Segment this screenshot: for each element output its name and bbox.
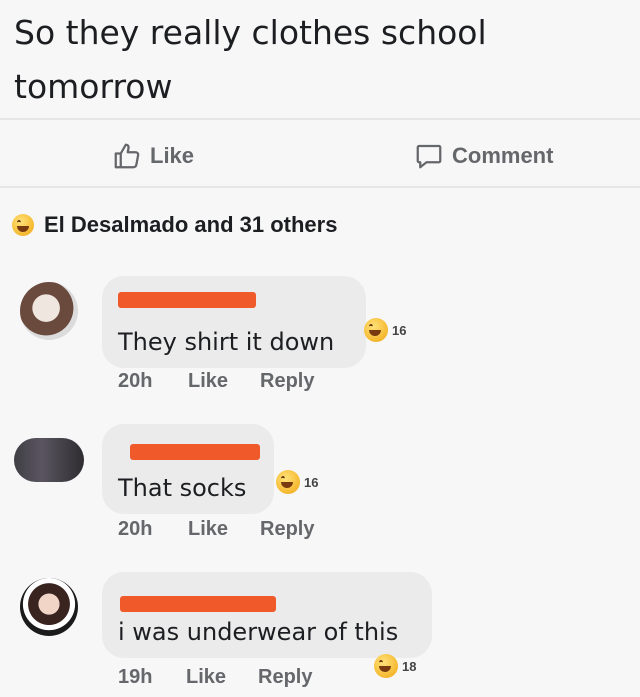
comment-reply-link[interactable]: Reply [258,666,312,689]
comment-reply-link[interactable]: Reply [260,370,314,393]
redacted-name [120,596,276,612]
redacted-name [130,444,260,460]
comment-like-link[interactable]: Like [188,518,260,541]
comment-meta: 20h Like Reply [118,370,314,393]
reaction-count-text: 16 [304,474,319,490]
divider [0,118,640,120]
avatar[interactable] [20,578,78,636]
post-text: So they really clothes school tomorrow [14,13,487,106]
comment-reply-link[interactable]: Reply [260,518,314,541]
like-label: Like [150,143,195,168]
comment-bubble: i was underwear of this [102,572,432,658]
comment-like-link[interactable]: Like [186,666,258,689]
comment-bubble: That socks [102,424,274,514]
comment-reaction-count[interactable]: 16 [364,318,406,342]
comment-button[interactable]: Comment [414,138,553,174]
haha-emoji-icon [364,318,388,342]
thumbs-up-icon [112,141,142,171]
comment-like-link[interactable]: Like [188,370,260,393]
comment-time: 20h [118,370,153,392]
reaction-count-text: 18 [402,658,417,674]
divider [0,186,640,188]
comment-bubble: They shirt it down [102,276,366,368]
comment-text: They shirt it down [118,328,335,356]
comment-icon [414,141,444,171]
comment-meta: 20h Like Reply [118,518,314,541]
comment-time: 20h [118,518,153,540]
comment-reaction-count[interactable]: 18 [374,654,416,678]
avatar[interactable] [14,438,84,482]
haha-emoji-icon [374,654,398,678]
comment-text: That socks [118,474,247,502]
haha-emoji-icon [276,470,300,494]
avatar[interactable] [20,282,78,340]
reaction-count-text: 16 [392,322,407,338]
comment-time: 19h [118,666,153,688]
comment-reaction-count[interactable]: 16 [276,470,318,494]
like-button[interactable]: Like [112,138,194,174]
haha-emoji-icon [12,214,34,236]
comment-text: i was underwear of this [118,618,399,646]
reactions-summary-text: El Desalmado and 31 others [44,212,338,237]
redacted-name [118,292,256,308]
comment-label: Comment [452,143,554,168]
comment-meta: 19h Like Reply [118,666,312,689]
reactions-summary[interactable]: El Desalmado and 31 others [12,212,337,238]
